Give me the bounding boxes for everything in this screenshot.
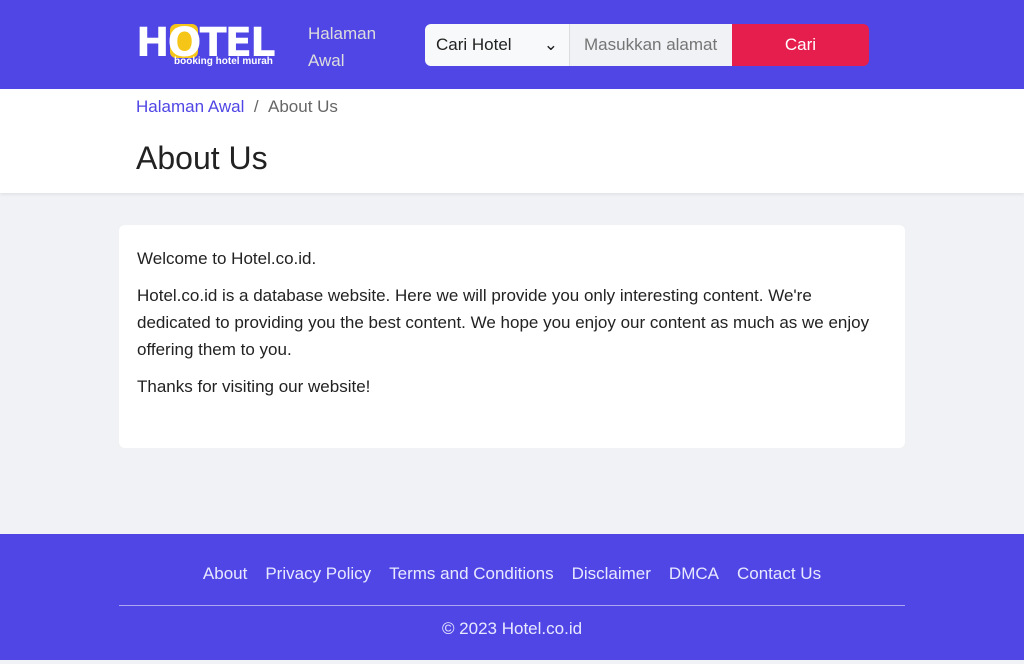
footer-link-contact[interactable]: Contact Us xyxy=(737,564,821,584)
breadcrumb: Halaman Awal / About Us xyxy=(136,97,338,117)
search-form: Cari Hotel ⌄ Cari xyxy=(425,24,869,66)
breadcrumb-current: About Us xyxy=(268,97,338,116)
paragraph: Welcome to Hotel.co.id. xyxy=(137,249,317,268)
search-button[interactable]: Cari xyxy=(732,24,869,66)
copyright: © 2023 Hotel.co.id xyxy=(441,619,583,638)
content-card: Welcome to Hotel.co.id. Hotel.co.id is a… xyxy=(119,225,905,448)
footer-link-privacy[interactable]: Privacy Policy xyxy=(265,564,371,584)
nav-home-link[interactable]: Halaman Awal xyxy=(308,20,388,74)
footer: About Privacy Policy Terms and Condition… xyxy=(0,534,1024,660)
search-input[interactable] xyxy=(570,24,732,66)
footer-link-terms[interactable]: Terms and Conditions xyxy=(389,564,553,584)
footer-link-disclaimer[interactable]: Disclaimer xyxy=(572,564,651,584)
chevron-down-icon: ⌄ xyxy=(543,35,558,54)
breadcrumb-separator: / xyxy=(253,97,259,116)
search-type-select[interactable]: Cari Hotel ⌄ xyxy=(425,24,570,66)
page-title: About Us xyxy=(136,140,268,176)
footer-link-dmca[interactable]: DMCA xyxy=(669,564,719,584)
footer-divider xyxy=(119,605,905,606)
paragraph: Hotel.co.id is a database website. Here … xyxy=(137,286,870,359)
logo[interactable]: HOTEL booking hotel murah xyxy=(136,20,286,70)
footer-link-about[interactable]: About xyxy=(203,564,247,584)
paragraph: Thanks for visiting our website! xyxy=(137,377,371,396)
search-type-label: Cari Hotel xyxy=(436,35,512,54)
breadcrumb-home[interactable]: Halaman Awal xyxy=(136,97,244,116)
navbar: HOTEL booking hotel murah Halaman Awal C… xyxy=(0,0,1024,89)
logo-tagline: booking hotel murah xyxy=(174,56,273,67)
